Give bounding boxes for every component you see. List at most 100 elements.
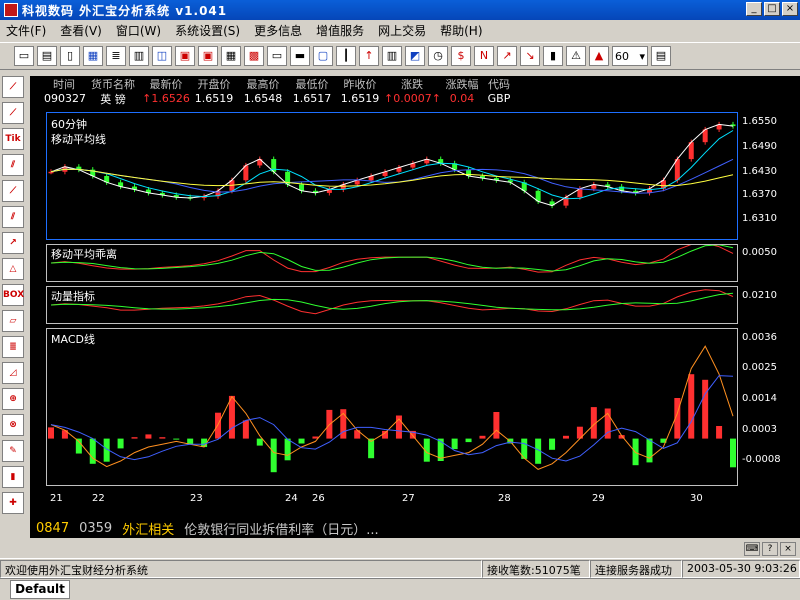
menu-settings[interactable]: 系统设置(S) [175,22,240,39]
quote-window-icon[interactable]: ▣ [198,46,218,66]
momentum-panel[interactable]: 动量指标 [46,286,738,324]
fan-line-icon[interactable]: ⟋ [2,76,24,98]
table-icon[interactable]: ▦ [221,46,241,66]
close-icon[interactable]: × [780,542,796,556]
document-icon[interactable]: ▥ [129,46,149,66]
maximize-button[interactable]: □ [764,2,780,16]
menu-help[interactable]: 帮助(H) [440,22,482,39]
candle-tool-icon[interactable]: ▮ [2,466,24,488]
menu-online-trade[interactable]: 网上交易 [378,22,426,39]
macd-histogram-bar [465,438,472,443]
cash-icon[interactable]: ▬ [290,46,310,66]
help-icon[interactable]: ? [762,542,778,556]
open-icon[interactable]: ▤ [37,46,57,66]
trend-line-icon[interactable]: ⟋ [2,180,24,202]
menu-view[interactable]: 查看(V) [60,22,102,39]
grid-icon[interactable]: ▦ [83,46,103,66]
warning-icon[interactable]: ⚠ [566,46,586,66]
price-chart [48,121,736,209]
bar-chart-icon[interactable]: ▮ [543,46,563,66]
clock-icon[interactable]: ◷ [428,46,448,66]
macd-signal-blue [50,375,734,462]
zoom-in-icon[interactable]: ⊕ [2,388,24,410]
menu-window[interactable]: 窗口(W) [116,22,161,39]
chart-window-icon[interactable]: ▣ [175,46,195,66]
screen-icon[interactable]: ▢ [313,46,333,66]
quote-value-row: 090327 英 镑 ↑1.6526 1.6519 1.6548 1.6517 … [44,91,524,106]
value-change: ↑0.0007↑ [384,92,441,105]
period-label: 60分钟 [51,118,87,131]
trend-down-icon[interactable]: ↘ [520,46,540,66]
macd-panel[interactable]: MACD线 [46,328,738,486]
bias-line-green [50,244,734,272]
alert-icon[interactable]: ▲ [589,46,609,66]
status-count: 接收笔数:51075笔 [482,559,590,578]
ray-icon[interactable]: ↗ [2,232,24,254]
momentum-line-green [50,292,734,311]
triangle-icon[interactable]: △ [2,258,24,280]
bars-icon[interactable]: ▥ [382,46,402,66]
page-icon[interactable]: ▯ [60,46,80,66]
macd-histogram-bar [688,374,695,439]
calculator-icon[interactable]: ▤ [651,46,671,66]
grid-red-icon[interactable]: ▩ [244,46,264,66]
macd-histogram-bar [716,426,723,439]
gann-icon[interactable]: ⟋ [2,102,24,124]
value-code: GBP [487,92,511,105]
menu-more-info[interactable]: 更多信息 [254,22,302,39]
dollar-icon[interactable]: $ [451,46,471,66]
channel-icon[interactable]: ⫽ [2,154,24,176]
macd-histogram-bar [131,437,138,439]
chart-icon[interactable]: ◩ [405,46,425,66]
candle-icon[interactable]: ┃ [336,46,356,66]
bias-line-red [50,242,734,273]
pen-icon[interactable]: ✎ [2,440,24,462]
macd-histogram-bar [48,427,54,439]
macd-histogram-bar [646,438,653,463]
keyboard-icon[interactable]: ⌨ [744,542,760,556]
news-ticker[interactable]: 0847 0359 外汇相关 伦敦银行同业拆借利率（日元）... [30,518,800,538]
app-window: 科视数码 外汇宝分析系统 v1.041 _ □ × 文件(F) 查看(V) 窗口… [0,0,800,600]
menu-file[interactable]: 文件(F) [6,22,46,39]
toolbar: ▭ ▤ ▯ ▦ ≣ ▥ ◫ ▣ ▣ ▦ ▩ ▭ ▬ ▢ ┃ ↑ ▥ ◩ ◷ $ … [0,42,800,70]
tick-icon[interactable]: Tik [2,128,24,150]
date-tick: 23 [190,493,203,504]
macd-histogram-bar [479,435,486,439]
period-value: 60 [615,49,629,63]
new-icon[interactable]: ▭ [14,46,34,66]
macd-histogram-bar [173,438,180,440]
tab-default[interactable]: Default [10,580,70,599]
trend-up-icon[interactable]: ↗ [497,46,517,66]
price-tick: 1.6430 [742,166,777,177]
status-bar: 欢迎使用外汇宝财经分析系统 接收笔数:51075笔 连接服务器成功 2003-0… [0,558,800,578]
retracement-icon[interactable]: ≣ [2,336,24,358]
period-select[interactable]: 60 ▾ [612,46,648,66]
zoom-out-icon[interactable]: ⊗ [2,414,24,436]
new-badge-icon[interactable]: N [474,46,494,66]
list-icon[interactable]: ≣ [106,46,126,66]
window-icon[interactable]: ◫ [152,46,172,66]
chart-area[interactable]: 时间 货币名称 最新价 开盘价 最高价 最低价 昨收价 涨跌 涨跌幅 代码 09… [30,76,800,518]
price-tick: 1.6370 [742,189,777,200]
macd-histogram-bar [159,437,166,439]
menu-value-added[interactable]: 增值服务 [316,22,364,39]
monitor-icon[interactable]: ▭ [267,46,287,66]
minimize-button[interactable]: _ [746,2,762,16]
momentum-label: 动量指标 [51,290,95,303]
tab-bar: Default [0,578,800,600]
measure-icon[interactable]: ◿ [2,362,24,384]
date-tick: 29 [592,493,605,504]
status-welcome: 欢迎使用外汇宝财经分析系统 [0,559,482,578]
bias-panel[interactable]: 移动平均乖离 [46,242,738,282]
parallel-icon[interactable]: ⫽ [2,206,24,228]
arrow-up-icon[interactable]: ↑ [359,46,379,66]
momentum-tick: 0.0210 [742,290,777,301]
cross-icon[interactable]: ✚ [2,492,24,514]
macd-tick: 0.0036 [742,332,777,343]
close-button[interactable]: × [782,2,798,16]
box-icon[interactable]: BOX [2,284,24,306]
eraser-icon[interactable]: ▱ [2,310,24,332]
drawing-tools: ⟋ ⟋ Tik ⫽ ⟋ ⫽ ↗ △ BOX ▱ ≣ ◿ ⊕ ⊗ ✎ ▮ ✚ [2,76,28,556]
ticker-headline[interactable]: 伦敦银行同业拆借利率（日元）... [184,519,378,538]
price-panel[interactable]: 60分钟 移动平均线 [46,112,738,240]
